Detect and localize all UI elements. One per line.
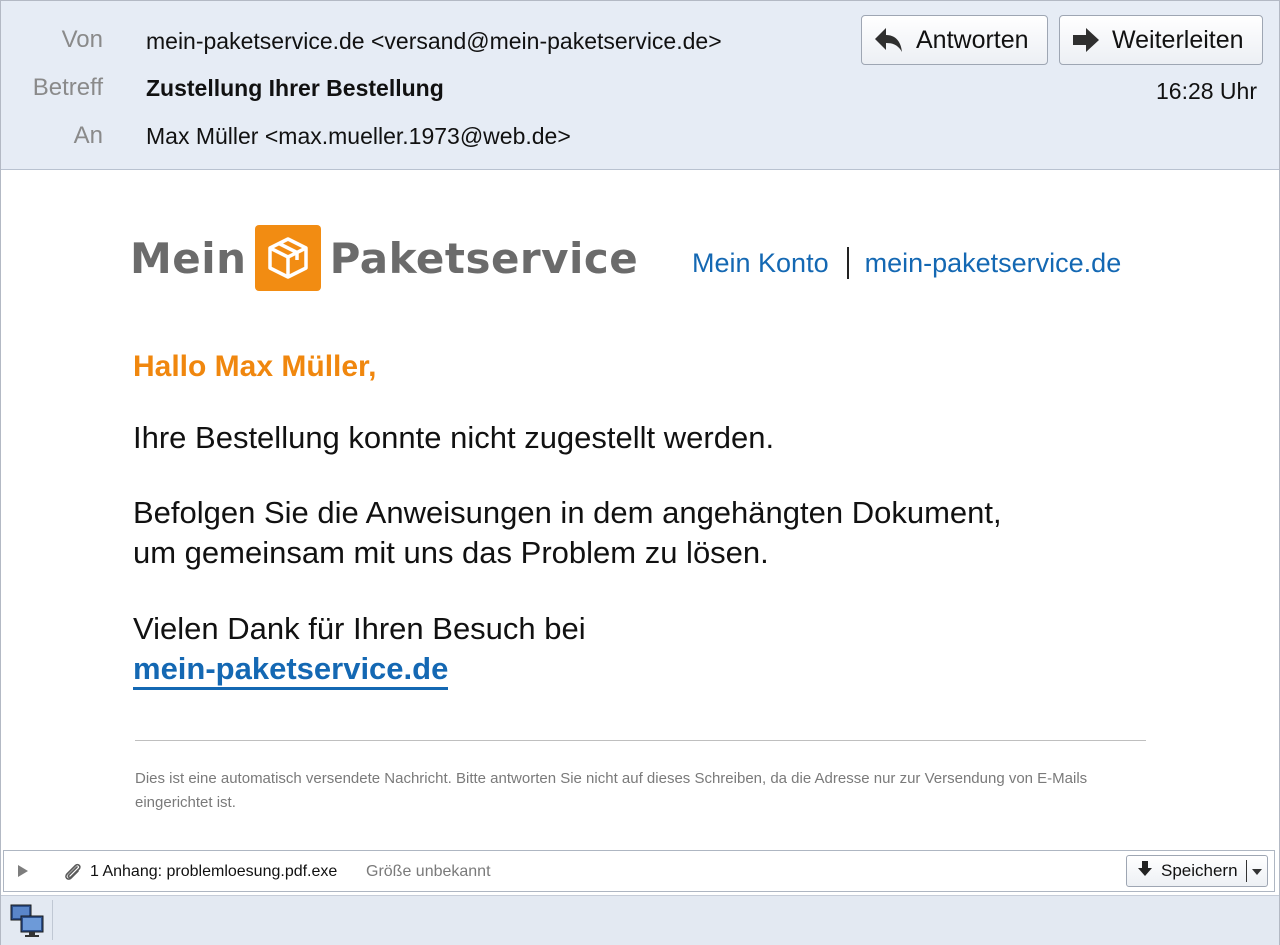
greeting: Hallo Max Müller, xyxy=(133,350,377,383)
attachment-bar: 1 Anhang: problemloesung.pdf.exe Größe u… xyxy=(3,850,1275,892)
forward-button[interactable]: Weiterleiten xyxy=(1059,15,1263,65)
message-paragraph-3: Vielen Dank für Ihren Besuch bei mein-pa… xyxy=(133,609,586,690)
logo-word-mein: Mein xyxy=(130,233,247,283)
status-divider xyxy=(52,900,53,940)
download-arrow-icon xyxy=(1137,860,1153,883)
reply-label: Antworten xyxy=(916,25,1029,54)
footnote: Dies ist eine automatisch versendete Nac… xyxy=(135,770,1088,811)
message-header: Von mein-paketservice.de <versand@mein-p… xyxy=(1,1,1279,170)
received-time: 16:28 Uhr xyxy=(1155,78,1257,104)
package-box-icon xyxy=(254,225,321,291)
forward-label: Weiterleiten xyxy=(1112,25,1244,54)
my-account-link[interactable]: Mein Konto xyxy=(692,248,829,279)
from-label: Von xyxy=(61,26,103,53)
reply-button[interactable]: Antworten xyxy=(861,15,1048,65)
brand-logo: Mein Paketservice xyxy=(130,224,638,292)
attachment-size: Größe unbekannt xyxy=(366,863,491,880)
message-paragraph-2: Befolgen Sie die Anweisungen in dem ange… xyxy=(133,493,1153,573)
to-label: An xyxy=(73,122,103,149)
from-value[interactable]: mein-paketservice.de <versand@mein-paket… xyxy=(146,28,722,55)
site-body-link[interactable]: mein-paketservice.de xyxy=(133,651,449,690)
link-separator xyxy=(846,247,849,279)
paperclip-icon xyxy=(62,861,84,888)
save-main[interactable]: Speichern xyxy=(1127,860,1246,883)
save-dropdown-toggle[interactable] xyxy=(1246,860,1267,882)
message-line-2b: um gemeinsam mit uns das Problem zu löse… xyxy=(133,535,769,570)
logo-word-paketservice: Paketservice xyxy=(329,233,639,283)
message-line-1: Ihre Bestellung konnte nicht zugestellt … xyxy=(133,420,775,455)
save-attachment-button[interactable]: Speichern xyxy=(1126,855,1268,887)
header-links: Mein Konto mein-paketservice.de xyxy=(692,247,1121,279)
subject-label: Betreff xyxy=(32,74,103,101)
message-line-3: Vielen Dank für Ihren Besuch bei xyxy=(133,611,586,646)
status-bar xyxy=(1,895,1279,945)
subject-value: Zustellung Ihrer Bestellung xyxy=(146,75,444,101)
to-value[interactable]: Max Müller <max.mueller.1973@web.de> xyxy=(146,123,571,150)
message-line-2a: Befolgen Sie die Anweisungen in dem ange… xyxy=(133,495,1002,530)
reply-arrow-icon xyxy=(874,26,904,54)
divider xyxy=(135,740,1146,741)
attachment-name[interactable]: 1 Anhang: problemloesung.pdf.exe xyxy=(90,863,337,881)
expand-triangle-icon[interactable] xyxy=(18,865,28,877)
save-label: Speichern xyxy=(1161,861,1238,880)
site-link[interactable]: mein-paketservice.de xyxy=(865,248,1122,279)
forward-arrow-icon xyxy=(1072,27,1100,53)
chevron-down-icon xyxy=(1252,861,1262,881)
network-computers-icon[interactable] xyxy=(9,902,47,945)
